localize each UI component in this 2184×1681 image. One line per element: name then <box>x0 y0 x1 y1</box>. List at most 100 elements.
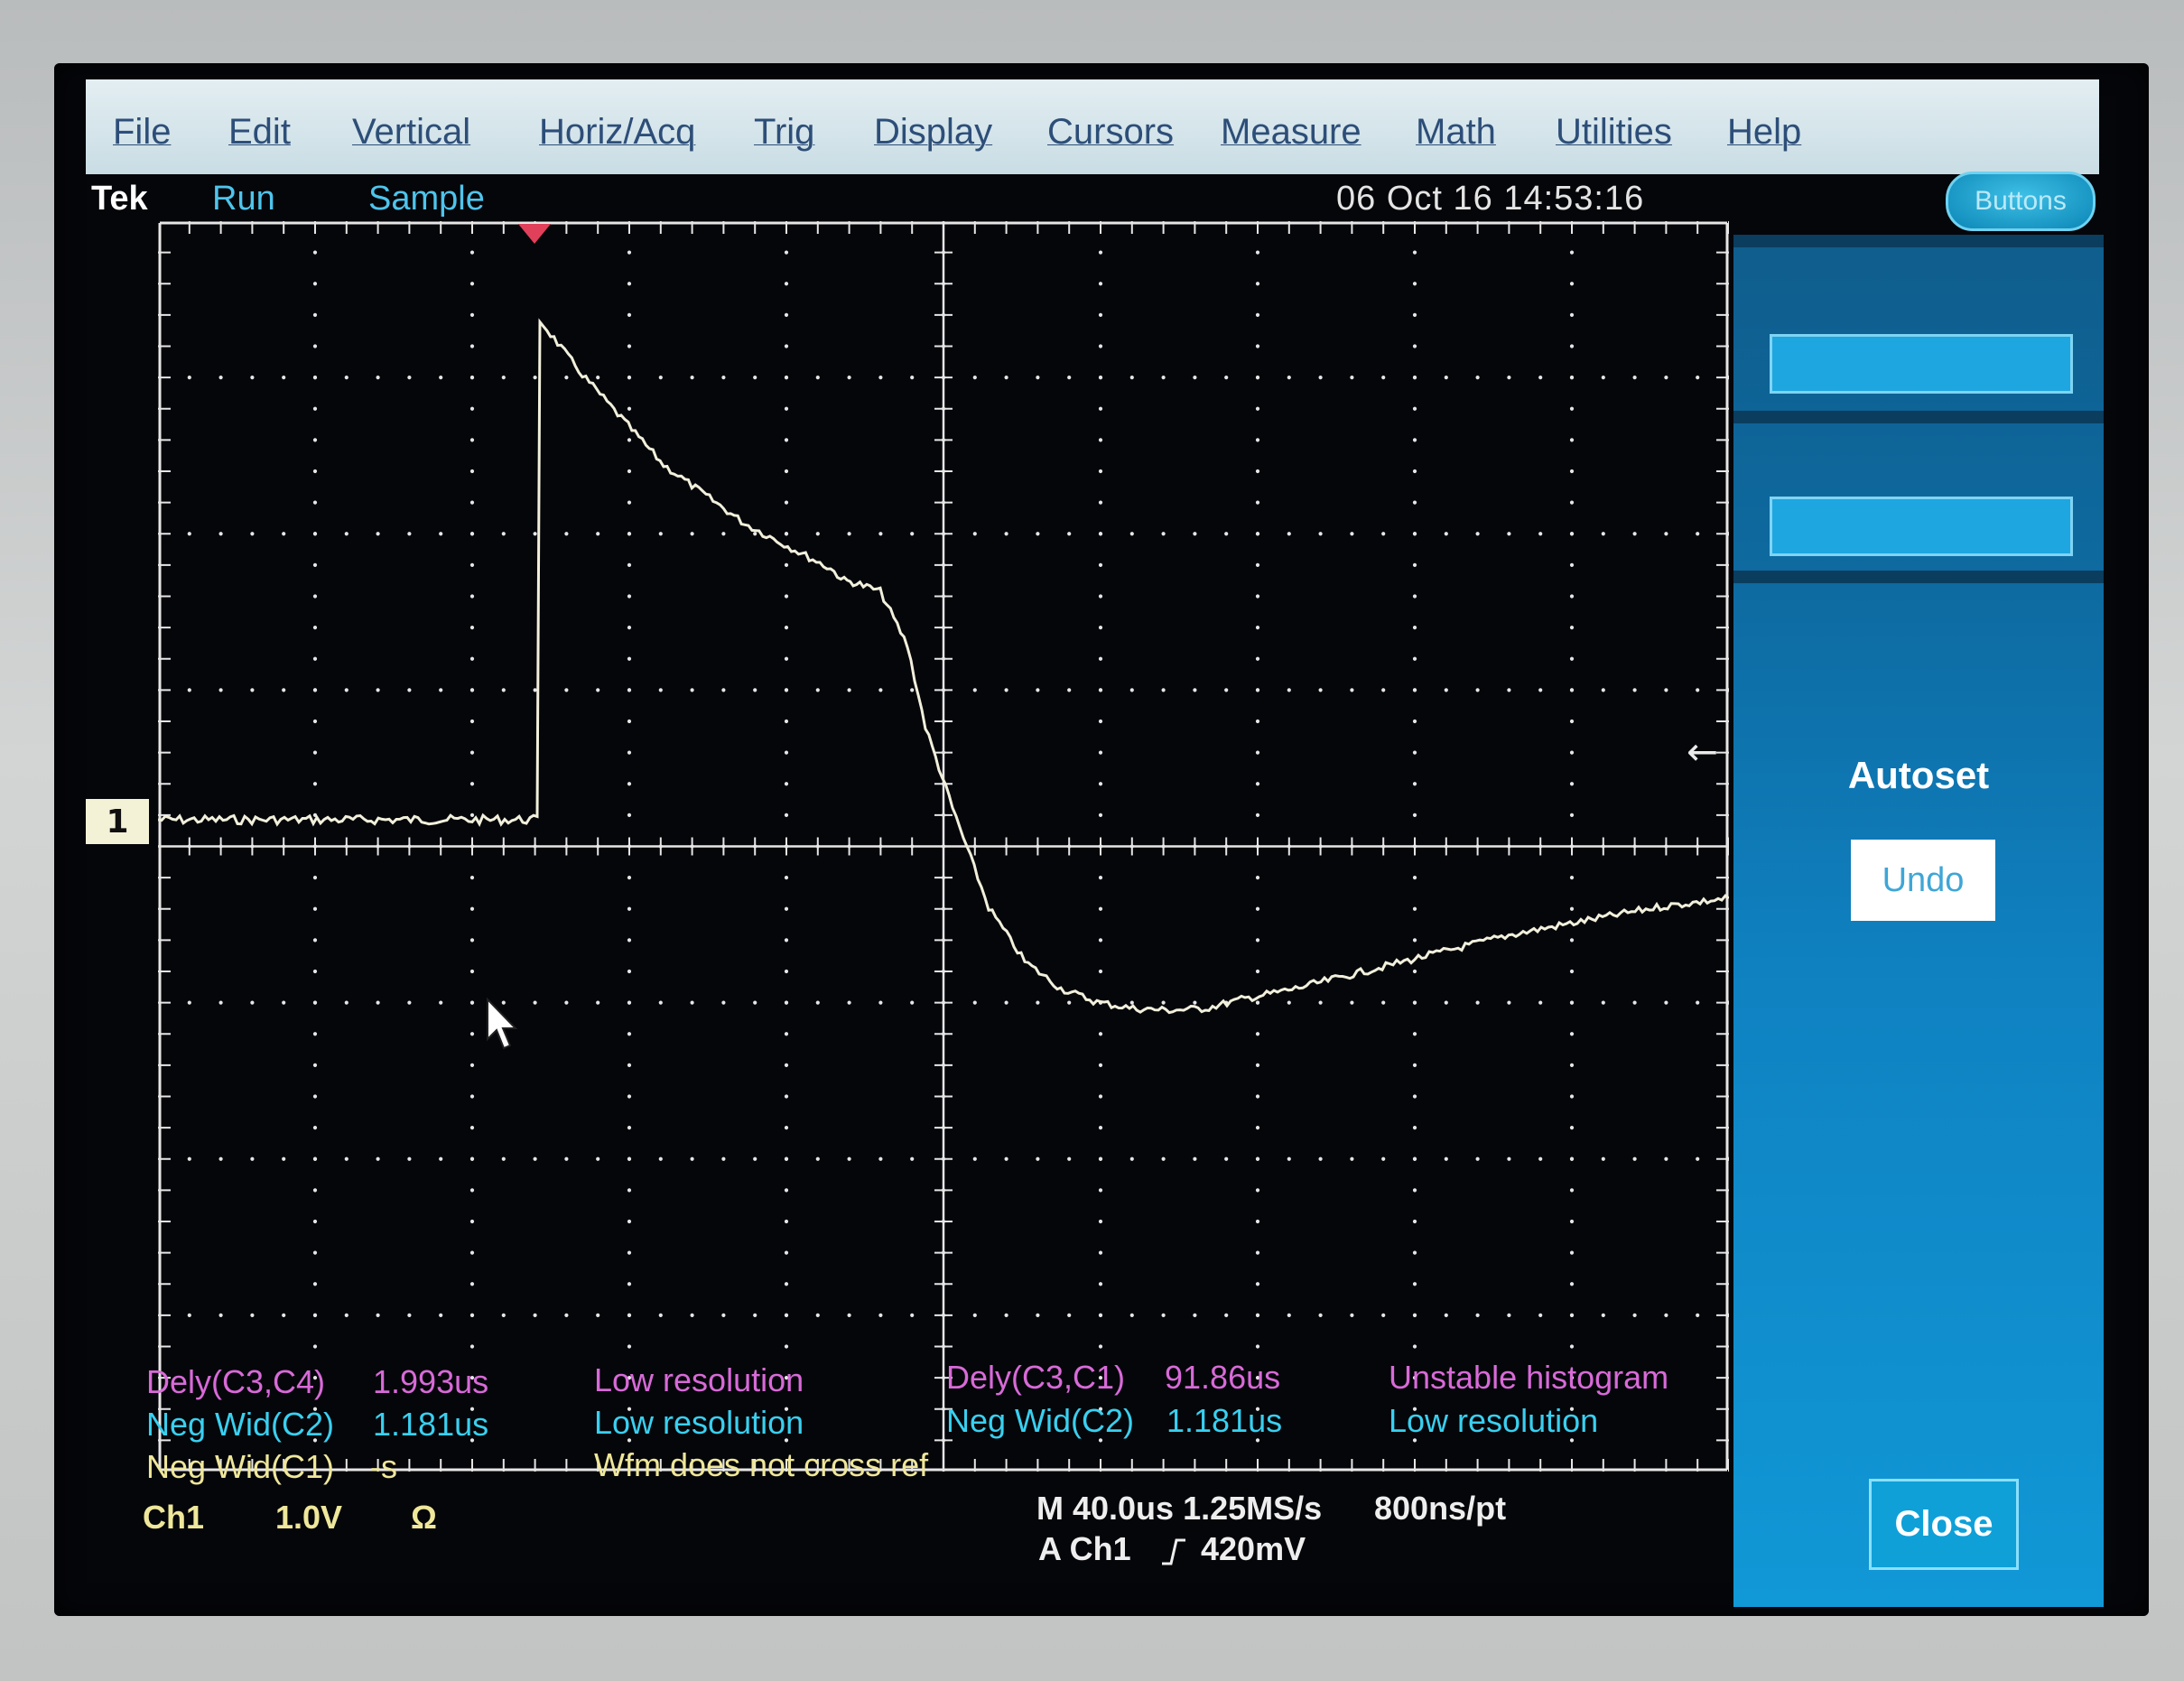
ch1-ground-ref-marker[interactable]: 1 <box>86 799 149 844</box>
menu-math[interactable]: Math <box>1416 112 1496 153</box>
channel-scale[interactable]: 1.0V <box>275 1499 342 1537</box>
grid-dot <box>1569 469 1575 474</box>
menu-horiz-acq[interactable]: Horiz/Acq <box>539 112 695 153</box>
grid-dot <box>312 969 318 974</box>
grid-dot <box>1098 876 1103 880</box>
menu-cursors[interactable]: Cursors <box>1047 112 1174 153</box>
grid-dot <box>1664 376 1668 380</box>
grid-dot <box>312 312 318 317</box>
grid-dot <box>1318 1000 1323 1005</box>
close-button[interactable]: Close <box>1869 1479 2019 1570</box>
grid-dot <box>1067 1156 1072 1161</box>
grid-dot <box>847 1313 851 1317</box>
grid-dot <box>1161 1000 1166 1005</box>
grid-dot <box>187 376 191 380</box>
grid-dot <box>1224 532 1229 536</box>
grid-dot <box>407 1313 412 1317</box>
grid-dot <box>690 1000 694 1005</box>
grid-dot <box>972 376 977 380</box>
menu-measure[interactable]: Measure <box>1221 112 1362 153</box>
menu-utilities[interactable]: Utilities <box>1556 112 1672 153</box>
grid-dot <box>376 1000 380 1005</box>
menu-display[interactable]: Display <box>874 112 992 153</box>
grid-dot <box>972 1313 977 1317</box>
grid-dot <box>282 376 286 380</box>
grid-dot <box>1538 532 1543 536</box>
grid-dot <box>627 688 632 692</box>
trigger-level[interactable]: 420mV <box>1201 1530 1306 1568</box>
meas-value: 1.181us <box>1166 1402 1283 1439</box>
menu-help[interactable]: Help <box>1727 112 1801 153</box>
grid-dot <box>218 532 223 536</box>
run-state[interactable]: Run <box>212 180 275 218</box>
grid-dot <box>784 1063 789 1067</box>
grid-dot <box>533 1156 537 1161</box>
grid-dot <box>784 469 789 474</box>
grid-dot <box>1696 1156 1700 1161</box>
grid-dot <box>1475 376 1480 380</box>
grid-dot <box>910 1156 915 1161</box>
grid-dot <box>344 1000 349 1005</box>
resolution-readout: 800ns/pt <box>1374 1490 1507 1527</box>
menu-vertical[interactable]: Vertical <box>352 112 470 153</box>
grid-dot <box>784 532 789 536</box>
menu-file[interactable]: File <box>113 112 171 153</box>
meas-note: Low resolution <box>594 1404 804 1441</box>
grid-dot <box>439 532 443 536</box>
grid-dot <box>439 1000 443 1005</box>
grid-dot <box>847 1000 851 1005</box>
panel-field-1[interactable] <box>1770 334 2073 394</box>
grid-dot <box>1632 1000 1637 1005</box>
menu-trig[interactable]: Trig <box>754 112 814 153</box>
grid-dot <box>596 532 600 536</box>
grid-dot <box>1129 1156 1134 1161</box>
datetime-readout: 06 Oct 16 14:53:16 <box>1336 180 1645 218</box>
channel-name[interactable]: Ch1 <box>143 1499 204 1537</box>
grid-dot <box>1412 813 1417 817</box>
grid-dot <box>1475 1156 1480 1161</box>
panel-field-2[interactable] <box>1770 497 2073 556</box>
grid-dot <box>753 1000 757 1005</box>
grid-dot <box>1569 626 1575 630</box>
grid-dot <box>1569 282 1575 286</box>
grid-dot <box>407 1156 412 1161</box>
grid-dot <box>469 1094 475 1099</box>
grid-dot <box>469 376 475 380</box>
grid-dot <box>1318 532 1323 536</box>
grid-dot <box>282 1000 286 1005</box>
undo-button[interactable]: Undo <box>1851 840 1995 921</box>
grid-dot <box>784 1313 789 1317</box>
autoset-label: Autoset <box>1847 754 1990 796</box>
grid-dot <box>469 1188 475 1193</box>
grid-dot <box>469 813 475 817</box>
grid-dot <box>847 376 851 380</box>
grid-dot <box>439 376 443 380</box>
grid-dot <box>1569 500 1575 505</box>
grid-dot <box>407 532 412 536</box>
timebase-readout[interactable]: M 40.0us 1.25MS/s <box>1036 1490 1322 1528</box>
grid-dot <box>469 1156 475 1161</box>
acq-mode[interactable]: Sample <box>368 180 485 218</box>
grid-dot <box>564 1000 569 1005</box>
grid-dot <box>1412 688 1417 692</box>
grid-dot <box>1381 532 1386 536</box>
grid-dot <box>815 1000 820 1005</box>
grid-dot <box>1569 1344 1575 1349</box>
grid-dot <box>469 969 475 974</box>
grid-dot <box>1098 813 1103 817</box>
menu-edit[interactable]: Edit <box>228 112 291 153</box>
grid-dot <box>469 1000 475 1005</box>
grid-dot <box>1444 532 1448 536</box>
grid-dot <box>1224 1313 1229 1317</box>
grid-dot <box>1036 532 1040 536</box>
grid-dot <box>469 1063 475 1067</box>
mouse-pointer-icon <box>487 998 518 1050</box>
grid-dot <box>1318 1313 1323 1317</box>
grid-dot <box>1067 1313 1072 1317</box>
buttons-toggle-button[interactable]: Buttons <box>1946 172 2096 231</box>
grid-dot <box>469 406 475 411</box>
trigger-source[interactable]: A Ch1 <box>1038 1530 1131 1568</box>
grid-dot <box>1412 344 1417 348</box>
grid-dot <box>596 1000 600 1005</box>
waveform-display[interactable] <box>158 221 1729 1472</box>
